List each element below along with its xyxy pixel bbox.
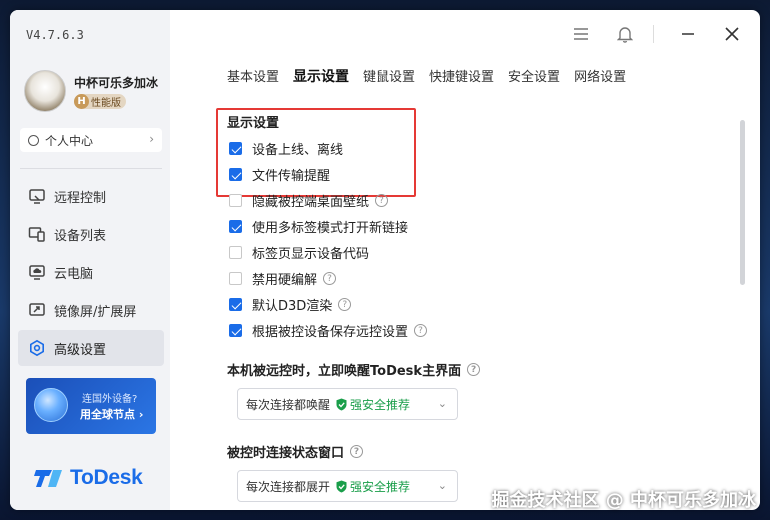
option-default-d3d[interactable]: 默认D3D渲染 ? [229, 295, 352, 314]
option-label: 设备上线、离线 [252, 143, 344, 158]
sidebar-item-device-list[interactable]: 设备列表 [18, 216, 164, 252]
sidebar-nav: 远程控制 设备列表 云电脑 镜像屏/扩展屏 高级设置 [18, 178, 164, 368]
status-window-select[interactable]: 每次连接都展开 强安全推荐 ⌄ [237, 470, 458, 502]
mirror-screen-icon [29, 303, 45, 316]
edition-badge-label: 性能版 [91, 98, 121, 109]
checkbox[interactable] [229, 142, 242, 155]
sidebar-item-cloud-pc[interactable]: 云电脑 [18, 254, 164, 290]
option-label: 默认D3D渲染 [252, 299, 333, 314]
option-hide-wallpaper[interactable]: 隐藏被控端桌面壁纸 ? [229, 191, 389, 210]
bell-icon[interactable] [615, 24, 635, 44]
checkbox[interactable] [229, 272, 242, 285]
option-file-transfer-reminder[interactable]: 文件传输提醒 [229, 165, 330, 184]
help-icon[interactable]: ? [338, 298, 352, 311]
option-label: 标签页显示设备代码 [252, 247, 370, 262]
option-disable-hw-codec[interactable]: 禁用硬编解 ? [229, 269, 337, 288]
scrollbar[interactable] [740, 120, 745, 285]
advanced-settings-icon [30, 339, 44, 357]
checkbox[interactable] [229, 194, 242, 207]
sidebar: V4.7.6.3 中杯可乐多加冰 H 性能版 个人中心 › 远程控制 设备列表 … [10, 10, 170, 510]
sidebar-item-label: 高级设置 [54, 342, 107, 358]
settings-tabs: 基本设置 显示设置 键鼠设置 快捷键设置 安全设置 网络设置 [227, 66, 640, 86]
sidebar-item-label: 远程控制 [54, 190, 107, 206]
tab-keyboard-mouse[interactable]: 键鼠设置 [363, 66, 415, 86]
section-title-display: 显示设置 [227, 116, 280, 131]
remote-control-icon [29, 189, 45, 204]
sidebar-item-remote-control[interactable]: 远程控制 [18, 178, 164, 214]
minimize-icon[interactable] [678, 24, 698, 44]
section-title-status-window-text: 被控时连接状态窗口 [227, 446, 345, 461]
recommend-label: 强安全推荐 [350, 397, 411, 412]
promo-line1: 连国外设备? [82, 394, 138, 405]
option-label: 使用多标签模式打开新链接 [252, 221, 409, 236]
sidebar-item-mirror-screen[interactable]: 镜像屏/扩展屏 [18, 292, 164, 328]
help-icon[interactable]: ? [414, 324, 428, 337]
checkbox[interactable] [229, 168, 242, 181]
chevron-down-icon: ⌄ [437, 479, 447, 492]
todesk-logo-icon [34, 470, 62, 487]
shield-icon [336, 480, 347, 492]
title-bar-controls [547, 24, 742, 44]
section-title-wake-text: 本机被远控时，立即唤醒ToDesk主界面 [227, 364, 462, 379]
chevron-down-icon: ⌄ [437, 397, 447, 410]
checkbox[interactable] [229, 246, 242, 259]
app-window: V4.7.6.3 中杯可乐多加冰 H 性能版 个人中心 › 远程控制 设备列表 … [10, 10, 760, 510]
sidebar-item-label: 设备列表 [54, 228, 107, 244]
divider [653, 25, 654, 43]
edition-badge-letter: H [74, 94, 89, 109]
todesk-logo: ToDesk [34, 466, 143, 490]
option-show-device-code[interactable]: 标签页显示设备代码 [229, 243, 369, 262]
option-multi-tab-mode[interactable]: 使用多标签模式打开新链接 [229, 217, 408, 236]
menu-icon[interactable] [571, 24, 591, 44]
device-list-icon [28, 227, 45, 242]
help-icon[interactable]: ? [375, 194, 389, 207]
sidebar-item-label: 镜像屏/扩展屏 [54, 304, 137, 320]
help-icon[interactable]: ? [467, 363, 481, 376]
help-icon[interactable]: ? [323, 272, 337, 285]
edition-badge: H 性能版 [74, 94, 126, 109]
checkbox[interactable] [229, 220, 242, 233]
tab-security[interactable]: 安全设置 [508, 66, 560, 86]
version-label: V4.7.6.3 [26, 28, 84, 42]
section-title-wake: 本机被远控时，立即唤醒ToDesk主界面 ? [227, 360, 481, 379]
logo-text: ToDesk [70, 466, 143, 489]
chevron-right-icon: › [149, 132, 154, 146]
username: 中杯可乐多加冰 [74, 76, 159, 90]
globe-icon [34, 388, 68, 422]
personal-center-label: 个人中心 [45, 133, 94, 148]
section-title-status-window: 被控时连接状态窗口 ? [227, 442, 364, 461]
avatar[interactable] [24, 70, 66, 112]
option-label: 禁用硬编解 [252, 273, 318, 288]
checkbox[interactable] [229, 324, 242, 337]
global-node-promo[interactable]: 连国外设备? 用全球节点 › [26, 378, 156, 434]
user-icon [28, 134, 39, 146]
wake-select-value: 每次连接都唤醒 [246, 397, 331, 412]
watermark: 掘金技术社区 @ 中杯可乐多加冰 [491, 490, 756, 511]
help-icon[interactable]: ? [350, 445, 364, 458]
option-label: 根据被控设备保存远控设置 [252, 325, 409, 340]
shield-icon [336, 398, 347, 410]
sidebar-item-label: 云电脑 [54, 266, 94, 282]
personal-center-button[interactable]: 个人中心 › [20, 128, 162, 152]
tab-display[interactable]: 显示设置 [293, 66, 349, 86]
checkbox[interactable] [229, 298, 242, 311]
wake-select[interactable]: 每次连接都唤醒 强安全推荐 ⌄ [237, 388, 458, 420]
status-window-select-value: 每次连接都展开 [246, 479, 331, 494]
promo-line2: 用全球节点 › [80, 408, 144, 421]
sidebar-item-advanced-settings[interactable]: 高级设置 [18, 330, 164, 366]
tab-shortcuts[interactable]: 快捷键设置 [429, 66, 494, 86]
option-label: 文件传输提醒 [252, 169, 331, 184]
tab-basic[interactable]: 基本设置 [227, 66, 279, 86]
close-icon[interactable] [722, 24, 742, 44]
tab-network[interactable]: 网络设置 [574, 66, 626, 86]
option-device-online-offline[interactable]: 设备上线、离线 [229, 139, 343, 158]
divider [20, 168, 162, 169]
option-label: 隐藏被控端桌面壁纸 [252, 195, 370, 210]
cloud-pc-icon [29, 265, 45, 280]
recommend-label: 强安全推荐 [350, 479, 411, 494]
option-save-remote-settings[interactable]: 根据被控设备保存远控设置 ? [229, 321, 428, 340]
